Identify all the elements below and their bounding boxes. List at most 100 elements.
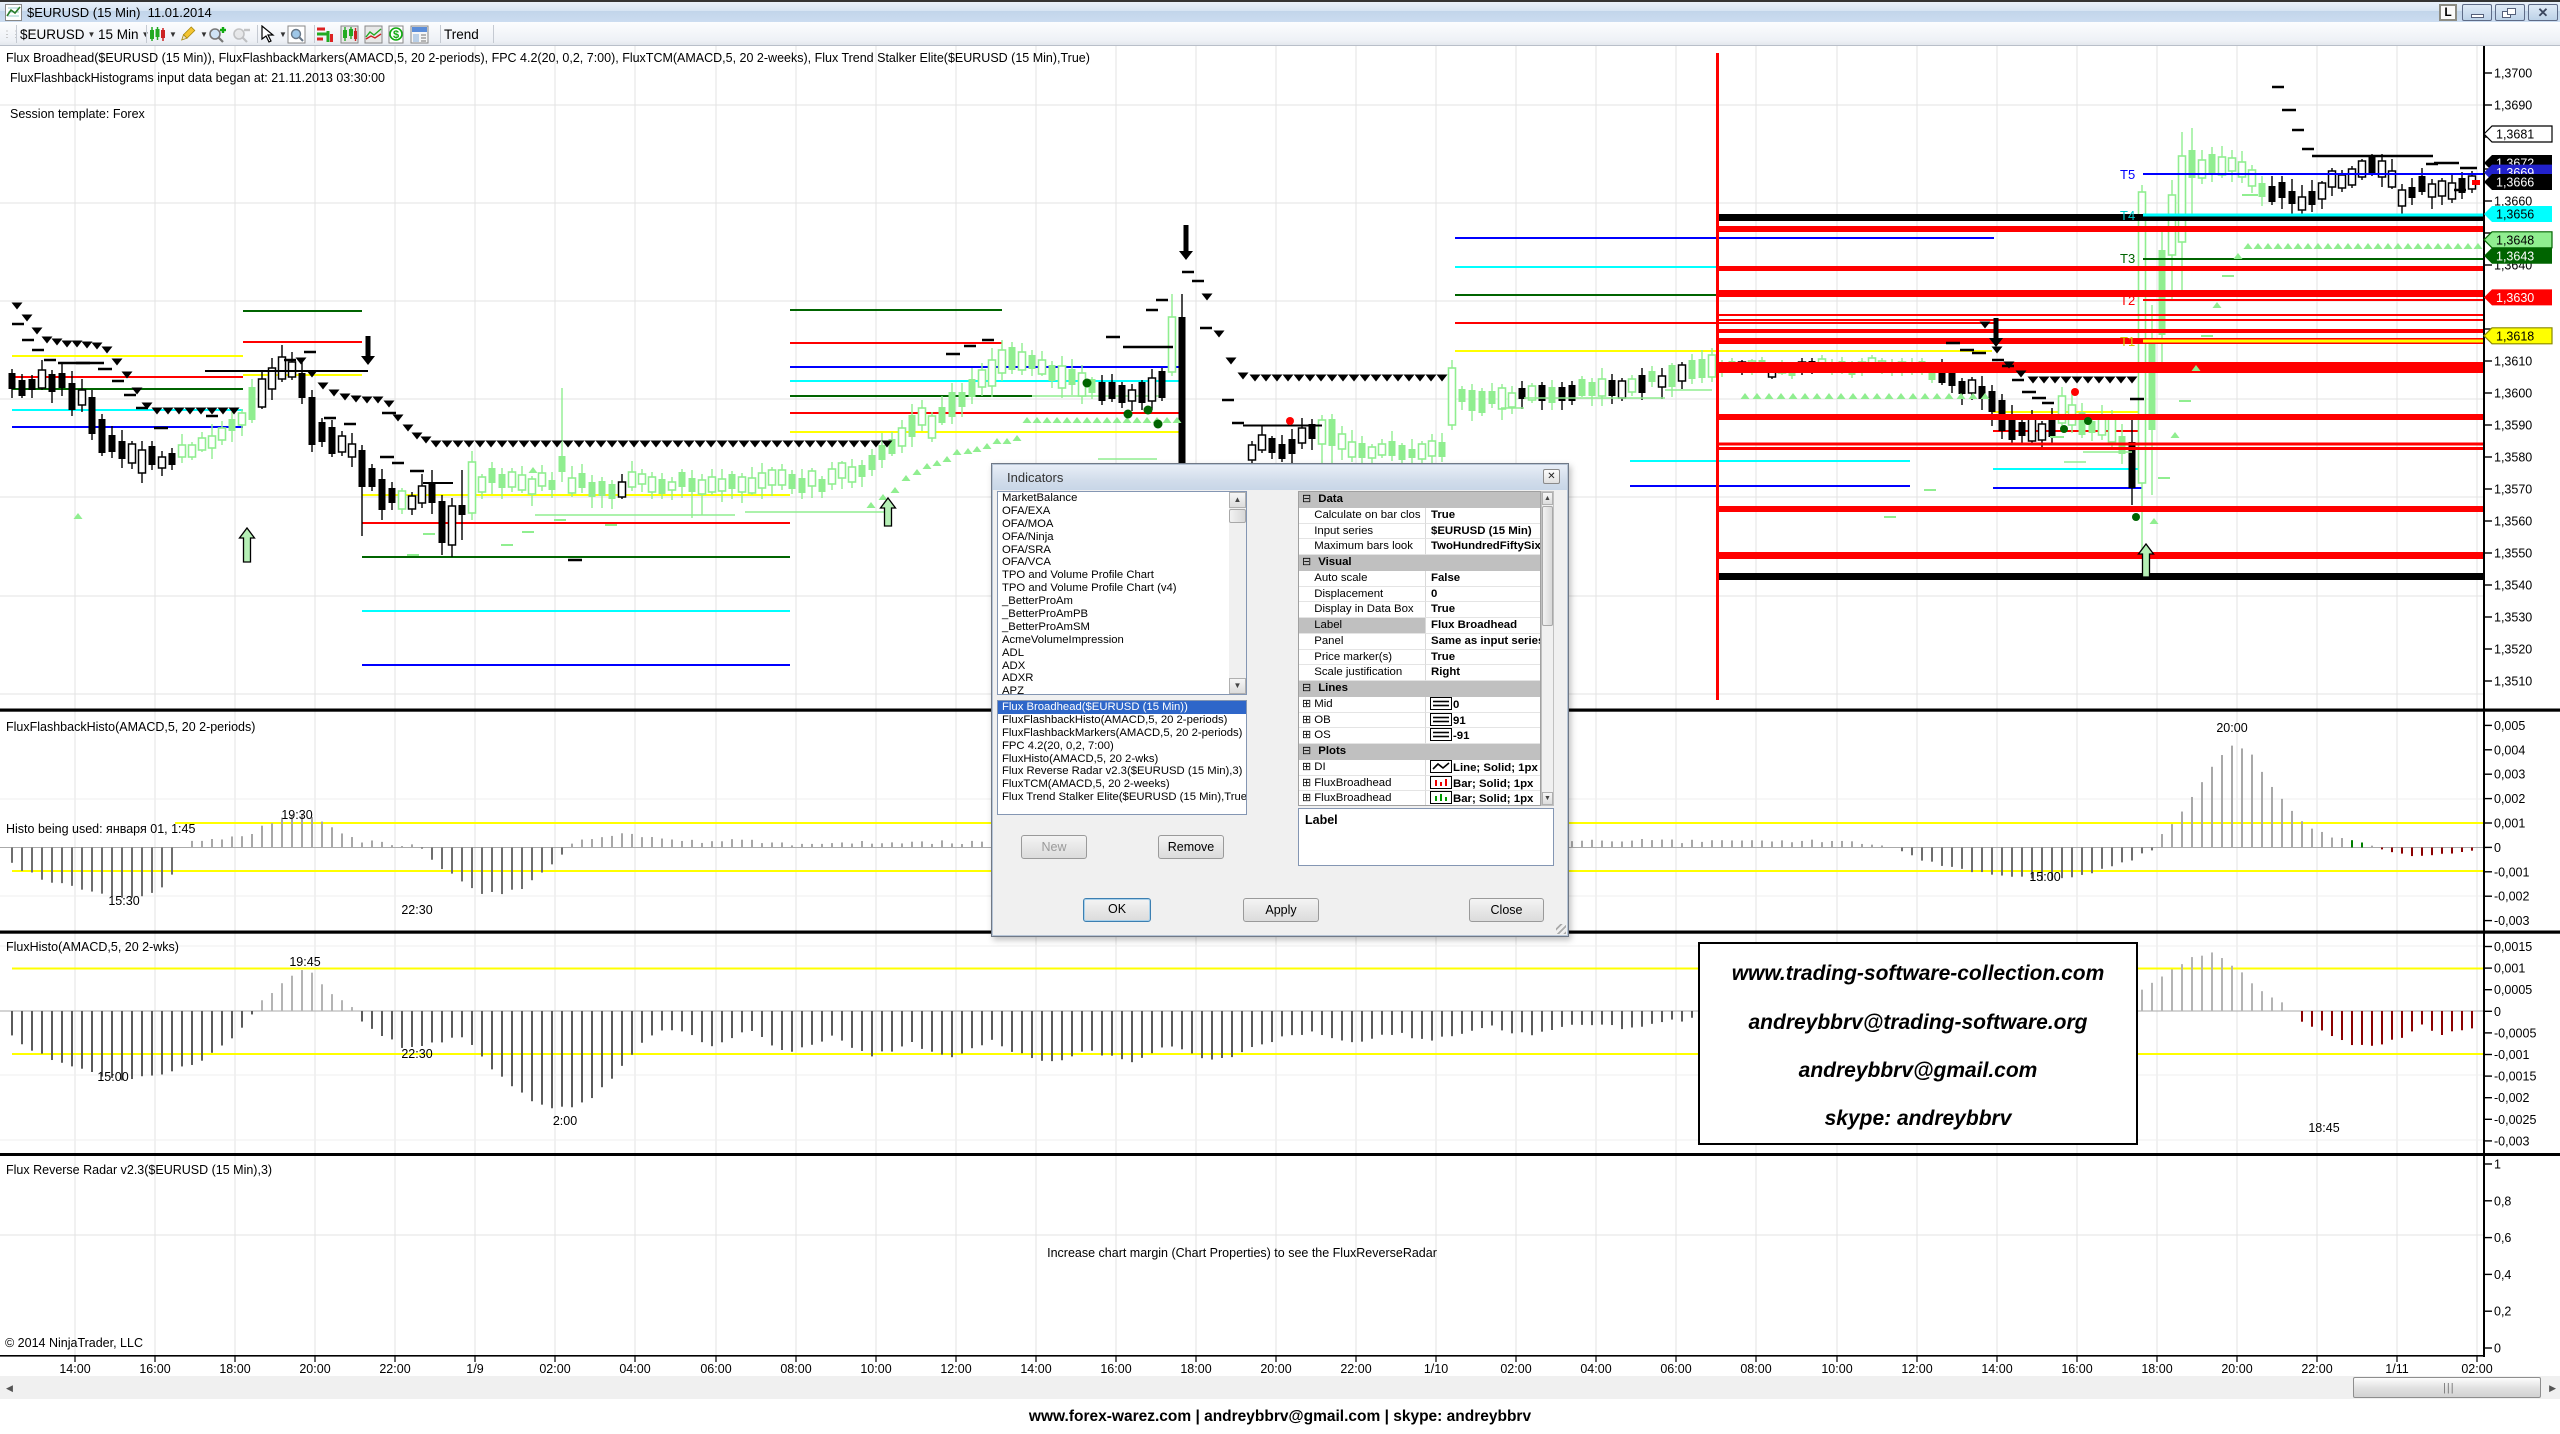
svg-text:1,3610: 1,3610 — [2494, 355, 2532, 369]
svg-text:14:00: 14:00 — [59, 1362, 90, 1376]
svg-text:1,3590: 1,3590 — [2494, 419, 2532, 433]
svg-text:19:30: 19:30 — [281, 808, 312, 822]
svg-text:15:00: 15:00 — [97, 1070, 128, 1084]
svg-text:1: 1 — [2494, 1158, 2501, 1172]
svg-text:$: $ — [393, 29, 399, 41]
svg-text:06:00: 06:00 — [700, 1362, 731, 1376]
svg-text:0,6: 0,6 — [2494, 1231, 2511, 1245]
svg-text:14:00: 14:00 — [1020, 1362, 1051, 1376]
svg-text:T5: T5 — [2120, 167, 2135, 182]
svg-text:FluxFlashbackHistograms input: FluxFlashbackHistograms input data began… — [10, 71, 385, 85]
svg-text:T1: T1 — [2120, 334, 2135, 349]
svg-text:10:00: 10:00 — [860, 1362, 891, 1376]
svg-text:0,002: 0,002 — [2494, 792, 2525, 806]
svg-text:1,3618: 1,3618 — [2496, 329, 2534, 343]
svg-text:1,3570: 1,3570 — [2494, 483, 2532, 497]
svg-text:0,0015: 0,0015 — [2494, 940, 2532, 954]
svg-text:04:00: 04:00 — [1580, 1362, 1611, 1376]
svg-text:22:00: 22:00 — [1340, 1362, 1371, 1376]
svg-text:1,3580: 1,3580 — [2494, 451, 2532, 465]
svg-text:0: 0 — [2494, 841, 2501, 855]
svg-text:Session template: Forex: Session template: Forex — [10, 107, 146, 121]
svg-text:-0,0015: -0,0015 — [2494, 1070, 2536, 1084]
svg-text:0,001: 0,001 — [2494, 962, 2525, 976]
svg-text:Flux Broadhead($EURUSD (15 Min: Flux Broadhead($EURUSD (15 Min)), FluxFl… — [6, 51, 1090, 65]
svg-text:08:00: 08:00 — [780, 1362, 811, 1376]
svg-text:19:45: 19:45 — [289, 955, 320, 969]
svg-text:18:00: 18:00 — [2141, 1362, 2172, 1376]
svg-text:0,001: 0,001 — [2494, 817, 2525, 831]
svg-text:-0,0025: -0,0025 — [2494, 1113, 2536, 1127]
svg-text:1/9: 1/9 — [466, 1362, 483, 1376]
svg-text:Flux Reverse Radar v2.3($EURUS: Flux Reverse Radar v2.3($EURUSD (15 Min)… — [6, 1163, 272, 1177]
svg-text:10:00: 10:00 — [1821, 1362, 1852, 1376]
svg-text:-0,003: -0,003 — [2494, 914, 2529, 928]
svg-text:-0,002: -0,002 — [2494, 890, 2529, 904]
svg-text:22:30: 22:30 — [401, 1047, 432, 1061]
svg-text:Increase chart margin (Chart P: Increase chart margin (Chart Properties)… — [1047, 1246, 1437, 1260]
svg-text:20:00: 20:00 — [2221, 1362, 2252, 1376]
svg-text:16:00: 16:00 — [1100, 1362, 1131, 1376]
svg-text:0,4: 0,4 — [2494, 1268, 2511, 1282]
svg-text:0,004: 0,004 — [2494, 743, 2525, 757]
svg-text:0,2: 0,2 — [2494, 1305, 2511, 1319]
svg-text:-0,003: -0,003 — [2494, 1134, 2529, 1148]
svg-text:20:00: 20:00 — [1260, 1362, 1291, 1376]
svg-text:FluxFlashbackHisto(AMACD,5, 20: FluxFlashbackHisto(AMACD,5, 20 2-periods… — [6, 720, 255, 734]
svg-text:2:00: 2:00 — [553, 1114, 577, 1128]
svg-text:20:00: 20:00 — [2216, 721, 2247, 735]
svg-text:02:00: 02:00 — [2461, 1362, 2492, 1376]
svg-text:-0,002: -0,002 — [2494, 1091, 2529, 1105]
svg-text:1/10: 1/10 — [1424, 1362, 1448, 1376]
svg-text:-0,001: -0,001 — [2494, 865, 2529, 879]
svg-text:16:00: 16:00 — [2061, 1362, 2092, 1376]
svg-text:1,3656: 1,3656 — [2496, 208, 2534, 222]
svg-text:16:00: 16:00 — [139, 1362, 170, 1376]
svg-text:12:00: 12:00 — [940, 1362, 971, 1376]
svg-text:15:00: 15:00 — [2029, 870, 2060, 884]
svg-text:20:00: 20:00 — [299, 1362, 330, 1376]
svg-text:18:00: 18:00 — [1180, 1362, 1211, 1376]
svg-text:1,3700: 1,3700 — [2494, 67, 2532, 81]
svg-text:1,3540: 1,3540 — [2494, 579, 2532, 593]
svg-text:0,8: 0,8 — [2494, 1194, 2511, 1208]
svg-text:18:00: 18:00 — [219, 1362, 250, 1376]
svg-text:T2: T2 — [2120, 293, 2135, 308]
svg-text:22:00: 22:00 — [379, 1362, 410, 1376]
svg-text:1,3520: 1,3520 — [2494, 643, 2532, 657]
svg-text:1,3530: 1,3530 — [2494, 611, 2532, 625]
svg-text:Histo being used: января 01, 1: Histo being used: января 01, 1:45 — [6, 822, 195, 836]
svg-text:06:00: 06:00 — [1660, 1362, 1691, 1376]
svg-text:© 2014 NinjaTrader, LLC: © 2014 NinjaTrader, LLC — [5, 1336, 143, 1350]
svg-text:1/11: 1/11 — [2385, 1362, 2408, 1376]
svg-text:0: 0 — [2494, 1005, 2501, 1019]
svg-text:-0,0005: -0,0005 — [2494, 1026, 2536, 1040]
svg-text:08:00: 08:00 — [1740, 1362, 1771, 1376]
svg-text:1,3630: 1,3630 — [2496, 291, 2534, 305]
svg-text:12:00: 12:00 — [1901, 1362, 1932, 1376]
svg-text:22:00: 22:00 — [2301, 1362, 2332, 1376]
svg-text:T4: T4 — [2120, 208, 2135, 223]
svg-text:22:30: 22:30 — [401, 903, 432, 917]
svg-text:0: 0 — [2494, 1342, 2501, 1356]
svg-text:15:30: 15:30 — [108, 894, 139, 908]
svg-text:T3: T3 — [2120, 251, 2135, 266]
svg-text:1,3648: 1,3648 — [2496, 233, 2534, 247]
svg-text:04:00: 04:00 — [619, 1362, 650, 1376]
svg-text:18:45: 18:45 — [2308, 1121, 2339, 1135]
svg-text:14:00: 14:00 — [1981, 1362, 2012, 1376]
svg-text:1,3643: 1,3643 — [2496, 249, 2534, 263]
svg-text:1,3510: 1,3510 — [2494, 675, 2532, 689]
svg-text:1,3666: 1,3666 — [2496, 176, 2534, 190]
svg-text:FluxHisto(AMACD,5, 20 2-wks): FluxHisto(AMACD,5, 20 2-wks) — [6, 940, 179, 954]
svg-text:1,3550: 1,3550 — [2494, 547, 2532, 561]
svg-text:1,3560: 1,3560 — [2494, 515, 2532, 529]
svg-text:0,003: 0,003 — [2494, 768, 2525, 782]
svg-text:1,3681: 1,3681 — [2496, 128, 2534, 142]
svg-text:1,3690: 1,3690 — [2494, 99, 2532, 113]
svg-text:1,3600: 1,3600 — [2494, 387, 2532, 401]
svg-text:02:00: 02:00 — [1500, 1362, 1531, 1376]
svg-text:-0,001: -0,001 — [2494, 1048, 2529, 1062]
svg-text:02:00: 02:00 — [539, 1362, 570, 1376]
svg-text:0,005: 0,005 — [2494, 719, 2525, 733]
